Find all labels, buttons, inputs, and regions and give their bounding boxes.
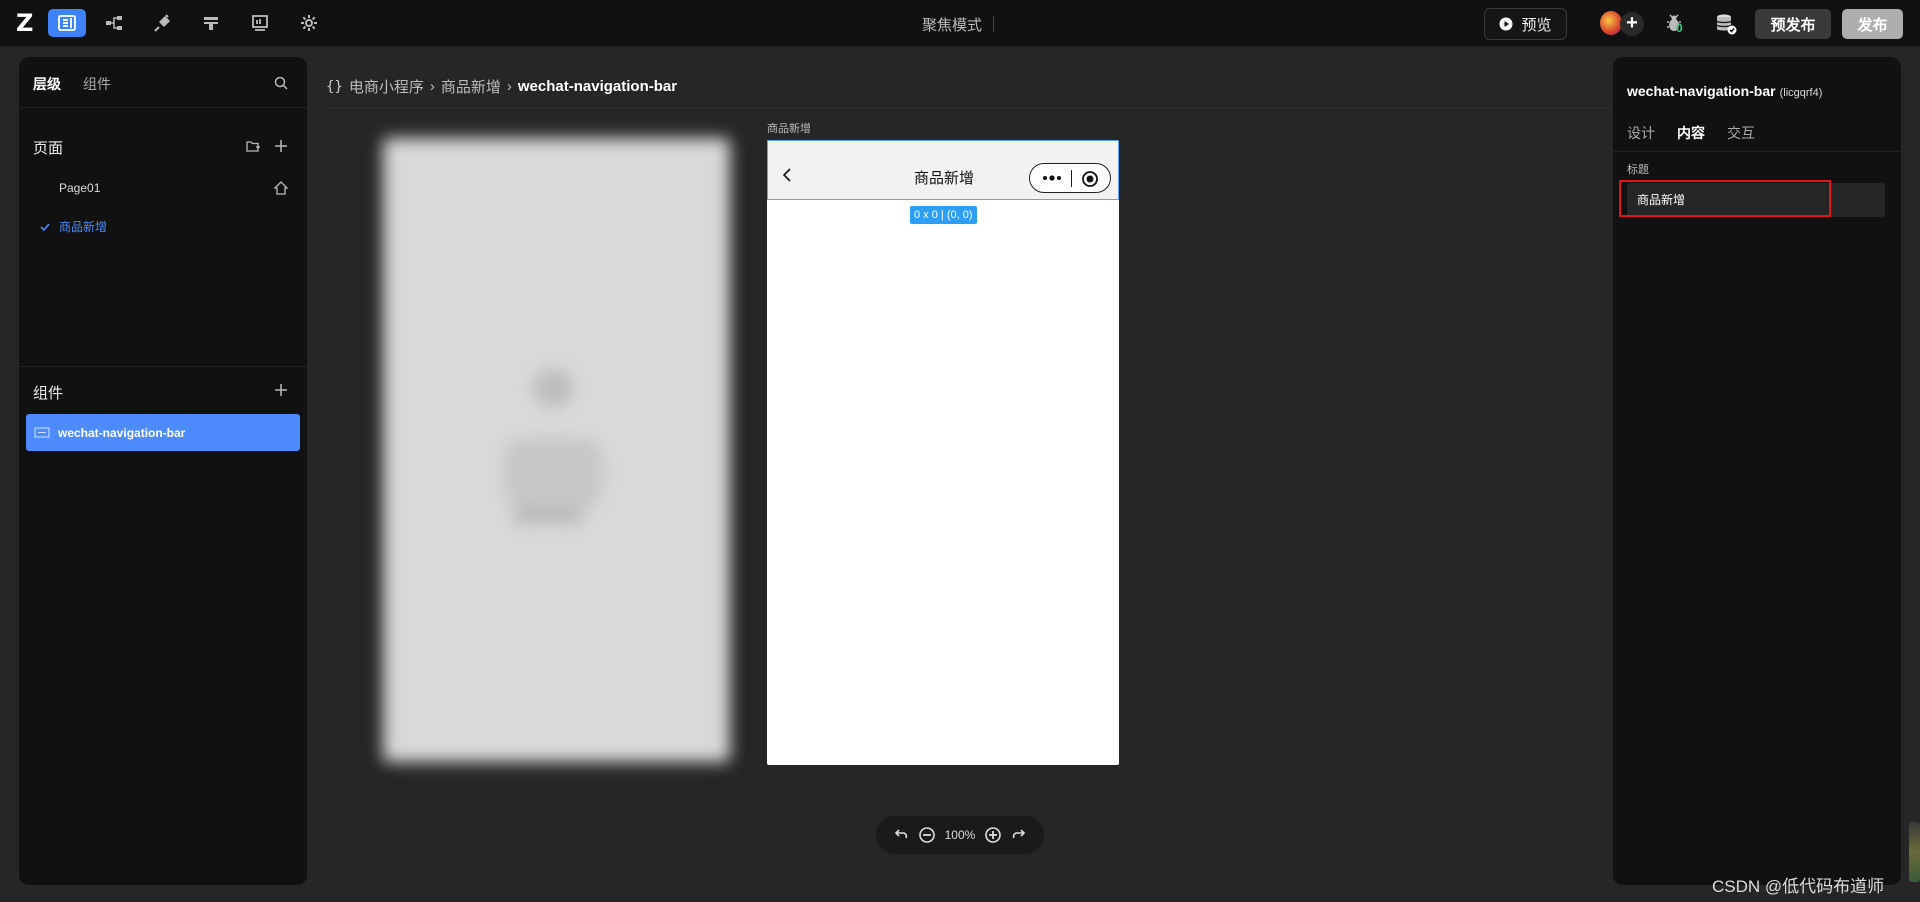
- mode-divider: [993, 16, 994, 32]
- add-collaborator-button[interactable]: +: [1620, 12, 1644, 36]
- breadcrumb-current: wechat-navigation-bar: [517, 78, 678, 95]
- breadcrumb-app[interactable]: 电商小程序: [349, 76, 424, 97]
- highlight-box: [1619, 180, 1831, 217]
- layout-editor-tool[interactable]: [48, 9, 86, 37]
- breadcrumb-separator-icon: ›: [506, 78, 512, 95]
- monitor-icon: [252, 15, 268, 31]
- layout-icon: [58, 15, 76, 31]
- preview-label: 预览: [1521, 16, 1552, 34]
- more-icon[interactable]: [1042, 172, 1062, 184]
- left-tabs: 层级 组件: [33, 74, 111, 94]
- flow-tool[interactable]: [95, 9, 133, 37]
- tab-content[interactable]: 内容: [1677, 123, 1705, 143]
- component-title: wechat-navigation-bar (licgqrf4): [1627, 83, 1822, 99]
- divider: [19, 366, 307, 367]
- publish-button[interactable]: 发布: [1842, 9, 1903, 39]
- tab-interaction[interactable]: 交互: [1727, 123, 1755, 143]
- component-icon: [34, 427, 50, 437]
- plug-icon: [154, 14, 170, 32]
- left-panel: 层级 组件 页面 Page01 商品新增 组件 wechat-navigatio…: [19, 57, 307, 885]
- watermark: CSDN @低代码布道师: [1712, 877, 1885, 896]
- tab-components[interactable]: 组件: [83, 74, 111, 94]
- settings-tool[interactable]: [290, 9, 328, 37]
- component-name: wechat-navigation-bar: [1627, 83, 1776, 99]
- database-table-icon: [204, 17, 218, 30]
- component-item-wechat-navigation-bar[interactable]: wechat-navigation-bar: [26, 414, 300, 451]
- focus-mode-label[interactable]: 聚焦模式: [922, 14, 982, 35]
- bug-count: 0: [1676, 21, 1683, 35]
- check-icon: [40, 223, 50, 232]
- undo-icon[interactable]: [892, 826, 910, 844]
- divider: [1613, 151, 1901, 152]
- home-icon[interactable]: [273, 180, 289, 196]
- flow-icon: [106, 16, 122, 30]
- avatar[interactable]: [1600, 11, 1622, 35]
- size-badge: 0 x 0 | (0, 0): [910, 206, 977, 224]
- play-icon: [1499, 17, 1513, 31]
- prepublish-button[interactable]: 预发布: [1755, 9, 1831, 39]
- page-item-page01[interactable]: Page01: [59, 181, 100, 195]
- data-tool[interactable]: [192, 9, 230, 37]
- add-page-icon[interactable]: [273, 138, 289, 154]
- app-logo: Z: [16, 9, 34, 37]
- top-toolbar: Z 聚焦模式 预览 + 0 预发布 发布: [0, 0, 1920, 47]
- blurred-page-preview: [383, 138, 730, 762]
- zoom-bar: 100%: [876, 816, 1044, 854]
- database-check-icon[interactable]: [1714, 12, 1738, 36]
- search-icon[interactable]: [273, 75, 289, 91]
- dashboard-tool[interactable]: [241, 9, 279, 37]
- breadcrumb-page[interactable]: 商品新增: [441, 76, 501, 97]
- pages-section-title: 页面: [33, 140, 64, 157]
- zoom-out-icon[interactable]: [918, 826, 936, 844]
- page-item-product-add[interactable]: 商品新增: [59, 218, 107, 235]
- frame-label: 商品新增: [767, 123, 811, 135]
- component-item-label: wechat-navigation-bar: [58, 425, 186, 440]
- scrollbar[interactable]: [1909, 822, 1920, 882]
- title-field-label: 标题: [1627, 164, 1649, 176]
- right-panel: wechat-navigation-bar (licgqrf4) 设计 内容 交互…: [1613, 57, 1901, 885]
- tab-design[interactable]: 设计: [1627, 123, 1655, 143]
- wechat-navigation-bar[interactable]: 商品新增: [767, 140, 1119, 200]
- code-icon[interactable]: {}: [326, 79, 343, 95]
- plugin-tool[interactable]: [144, 9, 182, 37]
- wechat-capsule: [1029, 163, 1111, 193]
- preview-button[interactable]: 预览: [1484, 8, 1567, 40]
- redo-icon[interactable]: [1010, 826, 1028, 844]
- add-folder-icon[interactable]: [245, 138, 261, 154]
- gear-icon: [301, 15, 317, 31]
- breadcrumb: {} 电商小程序 › 商品新增 › wechat-navigation-bar: [326, 76, 677, 97]
- component-id: (licgqrf4): [1779, 87, 1823, 99]
- close-mini-program-icon[interactable]: [1081, 170, 1099, 188]
- breadcrumb-separator-icon: ›: [429, 78, 435, 95]
- zoom-level: 100%: [944, 828, 976, 842]
- tab-hierarchy[interactable]: 层级: [33, 74, 61, 94]
- canvas-divider: [326, 107, 1616, 108]
- add-component-icon[interactable]: [273, 382, 289, 398]
- zoom-in-icon[interactable]: [984, 826, 1002, 844]
- divider: [19, 107, 307, 108]
- components-section-title: 组件: [33, 385, 64, 402]
- phone-frame[interactable]: 商品新增 0 x 0 | (0, 0): [767, 140, 1119, 765]
- properties-tabs: 设计 内容 交互: [1627, 123, 1755, 143]
